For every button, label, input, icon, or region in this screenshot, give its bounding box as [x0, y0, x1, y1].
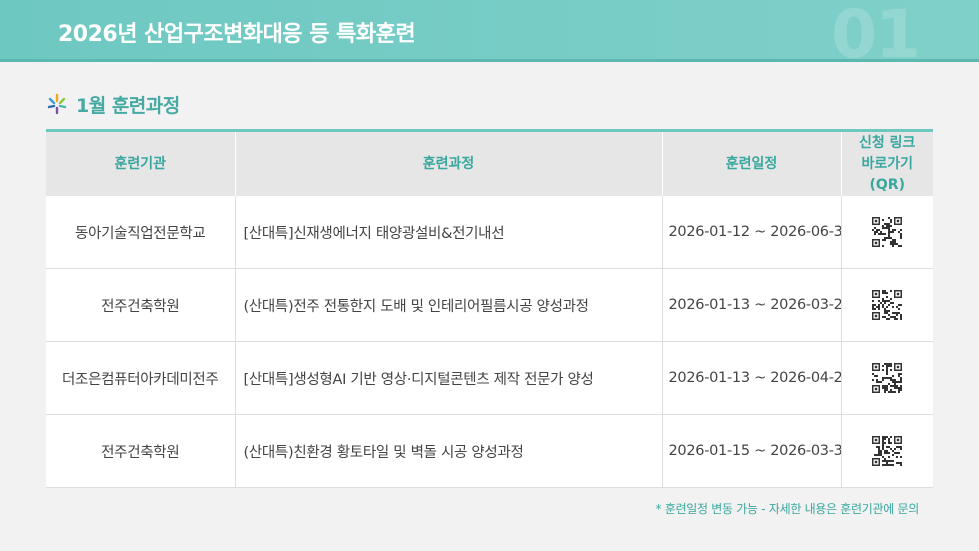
- header-qr: 신청 링크 바로가기(QR): [841, 131, 933, 197]
- header-org: 훈련기관: [46, 130, 236, 196]
- schedule-cell: 2026-01-13 ~ 2026-03-27: [662, 268, 842, 342]
- sparkle-icon: [47, 93, 67, 115]
- header-bar: 2026년 산업구조변화대응 등 특화훈련 01: [0, 0, 979, 68]
- table-row: 전주건축학원 (산대특)전주 전통한지 도배 및 인테리어필름시공 양성과정 2…: [46, 268, 933, 342]
- qr-code-icon[interactable]: [872, 290, 903, 320]
- schedule-cell: 2026-01-12 ~ 2026-06-30: [662, 196, 842, 269]
- header-course: 훈련과정: [235, 130, 663, 196]
- course-cell: [산대특]신재생에너지 태양광설비&전기내선: [235, 196, 663, 269]
- footnote: * 훈련일정 변동 가능 - 자세한 내용은 훈련기관에 문의: [655, 502, 920, 516]
- qr-cell[interactable]: [841, 196, 933, 269]
- course-cell: [산대특]생성형AI 기반 영상·디지털콘텐츠 제작 전문가 양성: [235, 341, 663, 415]
- qr-code-icon[interactable]: [872, 217, 903, 247]
- course-cell: (산대특)친환경 황토타일 및 벽돌 시공 양성과정: [235, 414, 663, 488]
- org-cell: 전주건축학원: [46, 268, 236, 342]
- table-header-row: 훈련기관 훈련과정 훈련일정 신청 링크 바로가기(QR): [46, 130, 933, 197]
- header-qr-line1: 신청 링크: [859, 134, 916, 151]
- schedule-cell: 2026-01-15 ~ 2026-03-31: [662, 414, 842, 488]
- qr-code-icon[interactable]: [872, 436, 903, 466]
- qr-code-icon[interactable]: [872, 363, 903, 393]
- schedule-cell: 2026-01-13 ~ 2026-04-28: [662, 341, 842, 415]
- header-qr-line2: 바로가기(QR): [861, 155, 914, 193]
- table-row: 동아기술직업전문학교 [산대특]신재생에너지 태양광설비&전기내선 2026-0…: [46, 196, 933, 269]
- org-cell: 더조은컴퓨터아카데미전주: [46, 341, 236, 415]
- section-number: 01: [831, 0, 921, 73]
- qr-cell[interactable]: [841, 414, 933, 488]
- section-title: 1월 훈련과정: [76, 94, 180, 117]
- header-schedule: 훈련일정: [662, 130, 842, 196]
- table-row: 더조은컴퓨터아카데미전주 [산대특]생성형AI 기반 영상·디지털콘텐츠 제작 …: [46, 341, 933, 415]
- page-title: 2026년 산업구조변화대응 등 특화훈련: [58, 22, 416, 47]
- qr-cell[interactable]: [841, 341, 933, 415]
- table-row: 전주건축학원 (산대특)친환경 황토타일 및 벽돌 시공 양성과정 2026-0…: [46, 414, 933, 488]
- org-cell: 전주건축학원: [46, 414, 236, 488]
- course-table: 훈련기관 훈련과정 훈련일정 신청 링크 바로가기(QR) 동아기술직업전문학교…: [46, 129, 933, 488]
- org-cell: 동아기술직업전문학교: [46, 196, 236, 269]
- qr-cell[interactable]: [841, 268, 933, 342]
- section-heading: 1월 훈련과정: [46, 90, 180, 118]
- course-cell: (산대특)전주 전통한지 도배 및 인테리어필름시공 양성과정: [235, 268, 663, 342]
